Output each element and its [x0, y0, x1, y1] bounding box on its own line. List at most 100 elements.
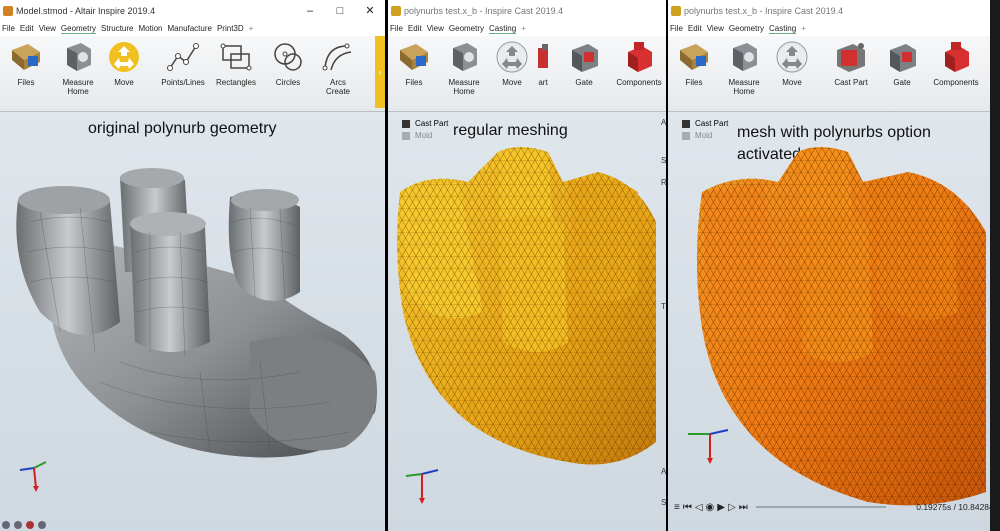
- menu-casting[interactable]: Casting: [769, 24, 797, 34]
- app-icon: [3, 5, 13, 16]
- menu-print3d[interactable]: Print3D: [217, 24, 244, 33]
- ribbon-toolbar: Files Measure Home Move Cast Part Gate C…: [668, 36, 1000, 112]
- menu-view[interactable]: View: [427, 24, 444, 33]
- cast-part-label: Cast Part: [834, 78, 868, 87]
- play-icon[interactable]: ▶: [717, 502, 725, 513]
- measure-button[interactable]: Measure Home: [724, 40, 764, 96]
- measure-icon: [67, 43, 91, 71]
- points-lines-label: Points/Lines: [161, 78, 205, 87]
- menu-edit[interactable]: Edit: [20, 24, 34, 33]
- measure-button[interactable]: Measure Home: [58, 40, 98, 96]
- menu-edit[interactable]: Edit: [688, 24, 702, 33]
- timeline-slider[interactable]: [755, 506, 886, 508]
- status-icons: [2, 521, 46, 531]
- components-button[interactable]: Components: [614, 40, 664, 87]
- arcs-icon: [322, 43, 352, 71]
- minimize-button[interactable]: –: [295, 0, 325, 21]
- menu-view[interactable]: View: [707, 24, 724, 33]
- cast-part-button[interactable]: art: [536, 40, 550, 87]
- axis-triad: [688, 429, 729, 464]
- menu-bar: File Edit View Geometry Casting +: [388, 21, 666, 36]
- cast-part-button[interactable]: Cast Part: [828, 40, 874, 87]
- app-icon: [671, 5, 681, 16]
- window-controls: – □ ✕: [295, 0, 385, 21]
- menu-structure[interactable]: Structure: [101, 24, 133, 33]
- measure-button[interactable]: Measure Home: [444, 40, 484, 96]
- move-label: Move: [502, 78, 522, 87]
- step-forward-icon[interactable]: ▷: [728, 502, 736, 513]
- inspire-cast-window-regular: polynurbs test.x_b - Inspire Cast 2019.4…: [388, 0, 666, 531]
- move-label: Move: [782, 78, 802, 87]
- circles-label: Circles: [275, 78, 301, 87]
- cast-part-label: art: [538, 78, 548, 87]
- files-icon: [400, 44, 428, 70]
- panel-letter: T: [661, 302, 666, 311]
- desktop-background: [990, 0, 1000, 531]
- files-label: Files: [685, 78, 703, 87]
- status-icon[interactable]: [2, 521, 10, 529]
- status-icon[interactable]: [38, 521, 46, 529]
- circles-button[interactable]: Circles: [268, 40, 308, 87]
- move-button[interactable]: Move: [774, 40, 810, 87]
- maximize-button[interactable]: □: [325, 0, 355, 21]
- step-back-icon[interactable]: ◁: [695, 502, 703, 513]
- window-title: polynurbs test.x_b - Inspire Cast 2019.4: [404, 5, 564, 16]
- menu-edit[interactable]: Edit: [408, 24, 422, 33]
- add-tab-button[interactable]: +: [521, 24, 526, 33]
- add-tab-button[interactable]: +: [801, 24, 806, 33]
- playback-bar: ≡ ⏮ ◁ ◉ ▶ ▷ ⏭ 0.19275s / 10.84284s: [668, 497, 1000, 517]
- close-button[interactable]: ✕: [355, 0, 385, 21]
- files-button[interactable]: Files: [674, 40, 714, 87]
- menu-casting[interactable]: Casting: [489, 24, 517, 34]
- menu-icon[interactable]: ≡: [674, 502, 680, 513]
- move-button[interactable]: Move: [106, 40, 142, 87]
- components-icon: [945, 42, 969, 72]
- menu-geometry[interactable]: Geometry: [729, 24, 764, 33]
- move-icon: [496, 41, 528, 73]
- files-icon: [12, 44, 40, 70]
- menu-manufacture[interactable]: Manufacture: [168, 24, 212, 33]
- menu-motion[interactable]: Motion: [138, 24, 162, 33]
- points-lines-button[interactable]: Points/Lines: [160, 40, 206, 87]
- move-icon: [109, 42, 139, 72]
- status-icon[interactable]: [14, 521, 22, 529]
- measure-icon: [733, 43, 757, 71]
- menu-geometry[interactable]: Geometry: [60, 24, 97, 34]
- skip-start-icon[interactable]: ⏮: [683, 502, 692, 513]
- move-button[interactable]: Move: [494, 40, 530, 87]
- arcs-label: Arcs Create: [325, 78, 350, 96]
- add-tab-button[interactable]: +: [249, 24, 254, 33]
- menu-bar: File Edit View Geometry Casting +: [668, 21, 1000, 36]
- inspire-cast-window-polynurbs: polynurbs test.x_b - Inspire Cast 2019.4…: [668, 0, 1000, 531]
- ribbon-scroll-button[interactable]: ›: [375, 36, 385, 108]
- components-label: Components: [933, 78, 979, 87]
- panel-letter: A: [661, 118, 666, 127]
- move-icon: [776, 41, 808, 73]
- ribbon-toolbar: Files Measure Home Move Points/Lines Rec…: [0, 36, 385, 112]
- move-label: Move: [114, 78, 134, 87]
- 3d-viewport[interactable]: Cast Part Mold mesh with polynurbs optio…: [668, 112, 1000, 531]
- 3d-viewport[interactable]: original polynurb geometry: [0, 112, 385, 531]
- menu-file[interactable]: File: [2, 24, 15, 33]
- skip-end-icon[interactable]: ⏭: [739, 502, 748, 513]
- gate-icon: [572, 44, 598, 72]
- menu-view[interactable]: View: [39, 24, 56, 33]
- panel-letter: R: [661, 178, 666, 187]
- 3d-viewport[interactable]: Cast Part Mold regular meshing A S R T A…: [388, 112, 666, 531]
- ribbon-toolbar: Files Measure Home Move art Gate Compone…: [388, 36, 666, 112]
- menu-geometry[interactable]: Geometry: [449, 24, 484, 33]
- rectangles-button[interactable]: Rectangles: [213, 40, 259, 87]
- files-button[interactable]: Files: [394, 40, 434, 87]
- circles-icon: [274, 43, 302, 71]
- gate-button[interactable]: Gate: [564, 40, 604, 87]
- files-icon: [680, 44, 708, 70]
- playback-time: 0.19275s / 10.84284s: [916, 502, 998, 512]
- components-button[interactable]: Components: [930, 40, 982, 87]
- files-button[interactable]: Files: [6, 40, 46, 87]
- record-icon[interactable]: ◉: [706, 502, 715, 513]
- arcs-button[interactable]: Arcs Create: [318, 40, 358, 96]
- gate-button[interactable]: Gate: [882, 40, 922, 87]
- menu-file[interactable]: File: [390, 24, 403, 33]
- menu-file[interactable]: File: [670, 24, 683, 33]
- status-icon[interactable]: [26, 521, 34, 529]
